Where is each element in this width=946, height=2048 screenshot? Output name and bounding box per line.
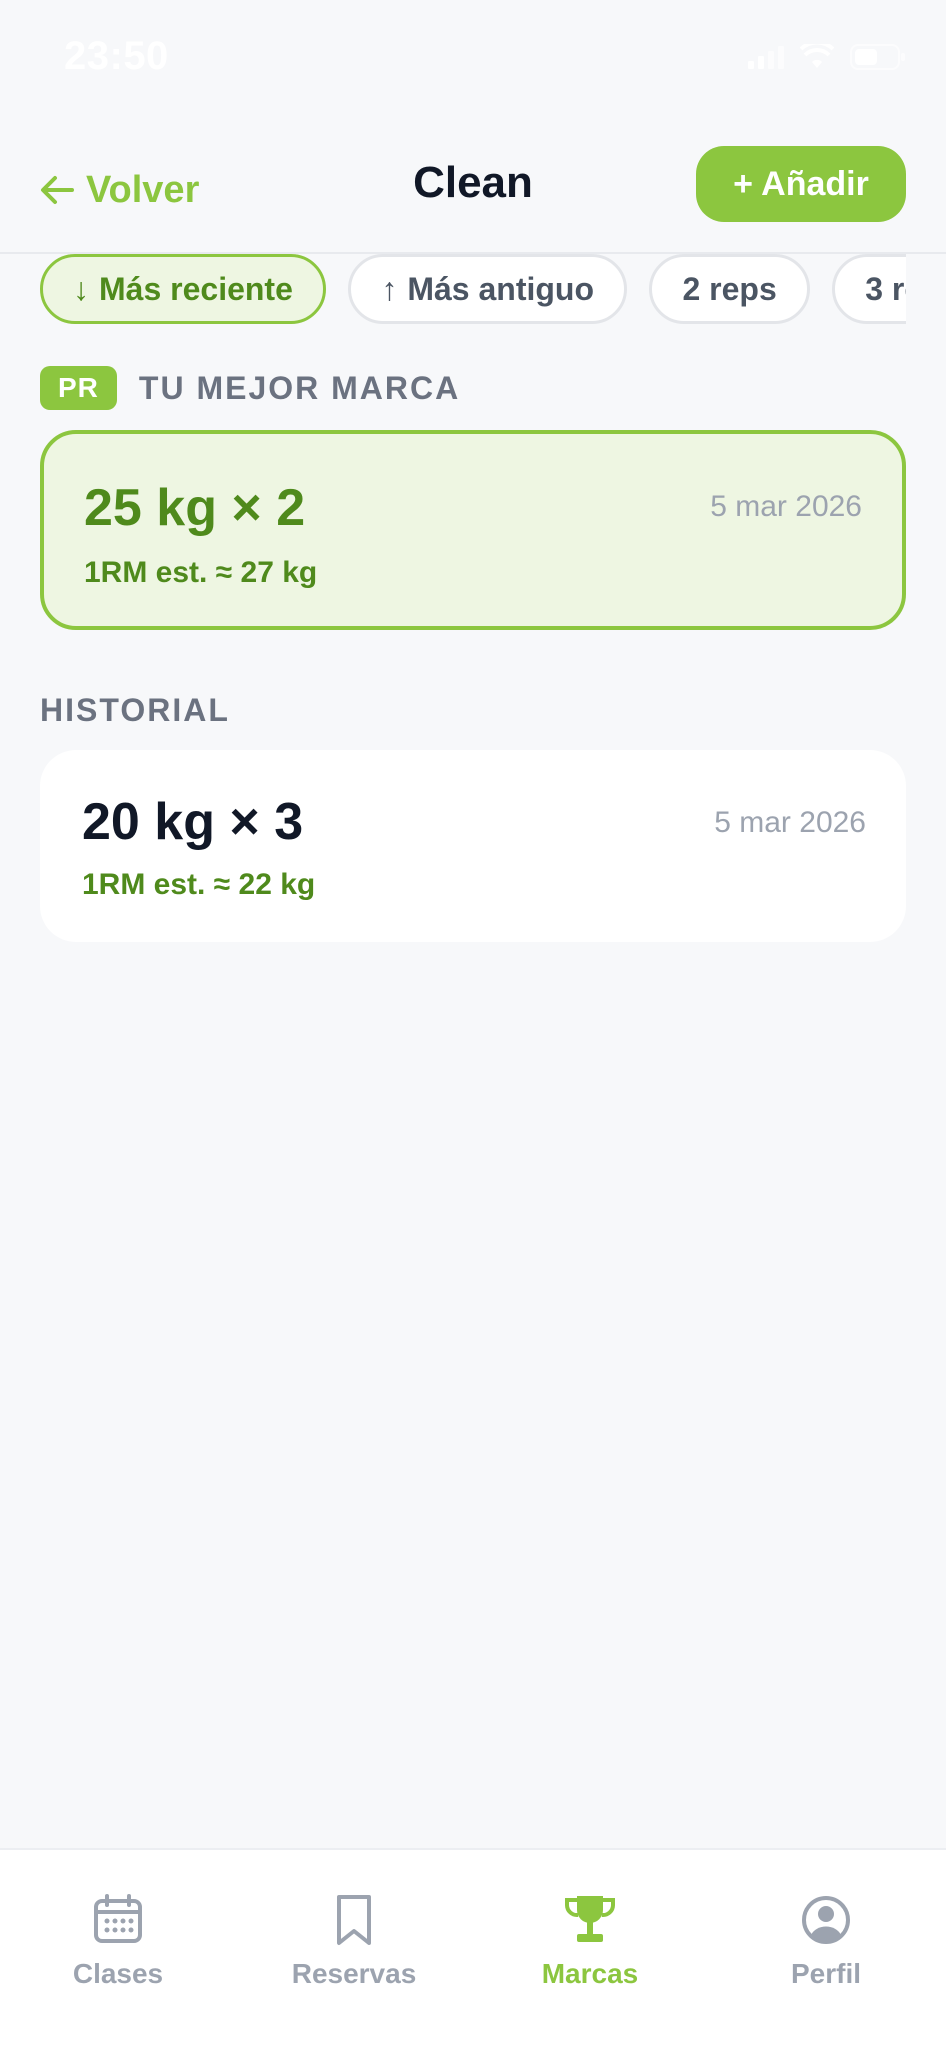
filter-chip-oldest[interactable]: ↑ Más antiguo — [348, 254, 627, 324]
filter-chips: ↓ Más reciente ↑ Más antiguo 2 reps 3 re… — [40, 254, 906, 326]
wifi-icon — [800, 44, 834, 68]
tab-label: Marcas — [541, 1958, 639, 1989]
add-button[interactable]: + Añadir — [696, 146, 906, 222]
tab-label: Clases — [72, 1958, 164, 1989]
battery-icon — [850, 44, 905, 70]
header: Volver Clean + Añadir — [0, 120, 946, 254]
trophy-icon — [564, 1896, 616, 1942]
filter-chip-label: 3 reps — [865, 270, 906, 307]
best-mark-card[interactable]: 25 kg × 2 5 mar 2026 1RM est. ≈ 27 kg — [40, 430, 906, 630]
arrow-up-icon: ↑ — [381, 270, 398, 307]
filter-chip-label: Más antiguo — [407, 270, 594, 307]
history-title: HISTORIAL — [40, 692, 230, 728]
status-bar: 23:50 — [0, 0, 946, 120]
pr-badge: PR — [40, 366, 117, 410]
history-item[interactable]: 20 kg × 3 5 mar 2026 1RM est. ≈ 22 kg — [40, 750, 906, 942]
status-icons — [748, 44, 906, 70]
tab-label: Reservas — [291, 1958, 417, 1989]
tab-marcas[interactable]: Marcas — [472, 1892, 708, 2002]
history-item-date: 5 mar 2026 — [714, 806, 866, 839]
bookmark-icon — [337, 1895, 371, 1945]
status-time: 23:50 — [64, 34, 169, 78]
history-item-value: 20 kg × 3 — [82, 793, 304, 851]
best-mark-estimate: 1RM est. ≈ 27 kg — [84, 556, 318, 589]
user-circle-icon — [802, 1896, 850, 1944]
best-mark-title: TU MEJOR MARCA — [138, 369, 461, 406]
tab-perfil[interactable]: Perfil — [708, 1892, 944, 2002]
filter-chip-label: Más reciente — [99, 270, 293, 307]
filter-chip-3-reps[interactable]: 3 reps — [832, 254, 906, 324]
filter-chip-2-reps[interactable]: 2 reps — [649, 254, 810, 324]
calendar-icon — [94, 1894, 142, 1943]
arrow-down-icon: ↓ — [73, 270, 89, 307]
history-item-estimate: 1RM est. ≈ 22 kg — [82, 868, 316, 901]
best-mark-value: 25 kg × 2 — [84, 479, 306, 537]
screen: 23:50 Volver Clean + Añadir ↓ Más recien… — [0, 0, 946, 2048]
tab-reservas[interactable]: Reservas — [236, 1892, 472, 2002]
tab-bar: Clases Reservas Marcas Perfil — [0, 1848, 946, 2048]
best-mark-header: PR TU MEJOR MARCA — [40, 366, 460, 410]
filter-chip-most-recent[interactable]: ↓ Más reciente — [40, 254, 326, 324]
best-mark-date: 5 mar 2026 — [710, 490, 862, 523]
filter-chip-label: 2 reps — [682, 270, 777, 307]
tab-label: Perfil — [790, 1958, 862, 1989]
signal-icon — [748, 46, 784, 69]
tab-clases[interactable]: Clases — [0, 1892, 236, 2002]
